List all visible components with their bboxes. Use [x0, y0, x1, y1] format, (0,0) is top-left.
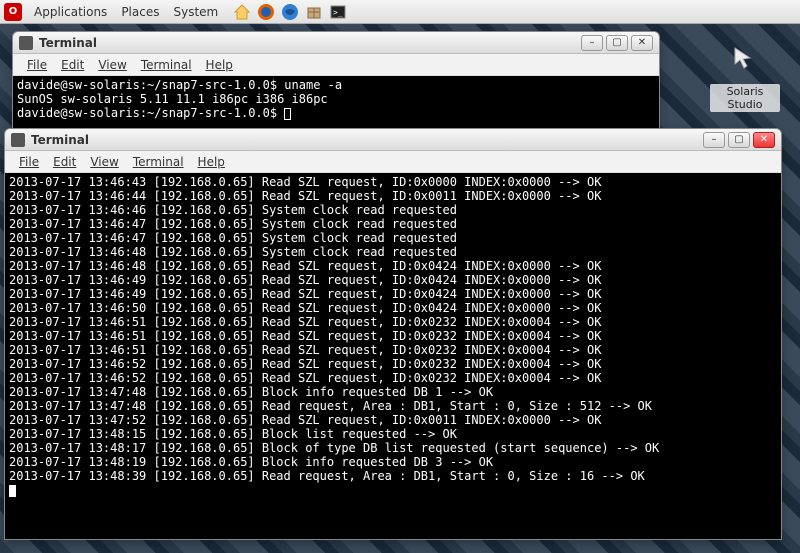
- menu-terminal[interactable]: Terminal: [135, 56, 198, 74]
- menu-help[interactable]: Help: [192, 153, 231, 171]
- window-controls: – ▢ ✕: [703, 132, 775, 148]
- package-manager-icon[interactable]: [304, 2, 324, 22]
- desktop-icon-label: Solaris Studio: [710, 84, 780, 112]
- top-panel: O Applications Places System >_: [0, 0, 800, 24]
- maximize-button[interactable]: ▢: [606, 35, 628, 51]
- panel-menu-system[interactable]: System: [167, 3, 224, 21]
- panel-quicklaunch: >_: [232, 2, 348, 22]
- menu-help[interactable]: Help: [200, 56, 239, 74]
- minimize-button[interactable]: –: [703, 132, 725, 148]
- minimize-button[interactable]: –: [581, 35, 603, 51]
- menu-edit[interactable]: Edit: [55, 56, 90, 74]
- window-controls: – ▢ ✕: [581, 35, 653, 51]
- menu-terminal[interactable]: Terminal: [127, 153, 190, 171]
- window-title: Terminal: [39, 36, 581, 50]
- menu-file[interactable]: File: [21, 56, 53, 74]
- maximize-button[interactable]: ▢: [728, 132, 750, 148]
- panel-menu-places[interactable]: Places: [115, 3, 165, 21]
- terminal-window-foreground[interactable]: Terminal – ▢ ✕ File Edit View Terminal H…: [4, 128, 782, 540]
- oracle-logo-icon: O: [4, 3, 22, 21]
- menu-view[interactable]: View: [84, 153, 124, 171]
- terminal-output[interactable]: 2013-07-17 13:46:43 [192.168.0.65] Read …: [5, 173, 781, 539]
- window-title: Terminal: [31, 133, 703, 147]
- menu-view[interactable]: View: [92, 56, 132, 74]
- menu-edit[interactable]: Edit: [47, 153, 82, 171]
- firefox-icon[interactable]: [256, 2, 276, 22]
- titlebar[interactable]: Terminal – ▢ ✕: [5, 129, 781, 151]
- svg-text:>_: >_: [333, 8, 343, 17]
- close-button[interactable]: ✕: [631, 35, 653, 51]
- cursor-app-icon: [725, 40, 765, 80]
- panel-menu-applications[interactable]: Applications: [28, 3, 113, 21]
- terminal-icon: [19, 36, 33, 50]
- terminal-launcher-icon[interactable]: >_: [328, 2, 348, 22]
- home-icon[interactable]: [232, 2, 252, 22]
- menubar: File Edit View Terminal Help: [13, 54, 659, 76]
- menubar: File Edit View Terminal Help: [5, 151, 781, 173]
- close-button[interactable]: ✕: [753, 132, 775, 148]
- terminal-icon: [11, 133, 25, 147]
- terminal-window-background[interactable]: Terminal – ▢ ✕ File Edit View Terminal H…: [12, 31, 660, 141]
- thunderbird-icon[interactable]: [280, 2, 300, 22]
- titlebar[interactable]: Terminal – ▢ ✕: [13, 32, 659, 54]
- desktop-icon-solaris-studio[interactable]: Solaris Studio: [710, 40, 780, 112]
- menu-file[interactable]: File: [13, 153, 45, 171]
